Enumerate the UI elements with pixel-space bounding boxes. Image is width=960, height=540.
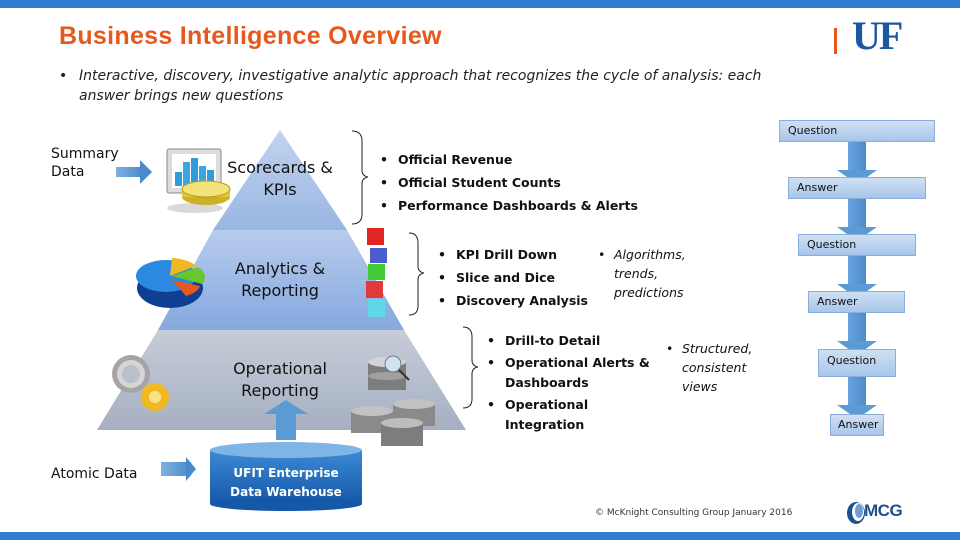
bullet-item: Operational Alerts & Dashboards [487,353,662,393]
atomic-data-arrow-icon [161,457,196,481]
tier-bullets-operational: Drill-to Detail Operational Alerts & Das… [487,331,662,435]
note-analytics: • Algorithms, trends, predictions [598,245,698,302]
dw-line1: UFIT Enterprise [233,466,339,480]
database-search-icon [368,355,410,390]
bullet-item: Official Student Counts [380,171,680,194]
stacked-cubes-icon [366,228,387,317]
mcg-logo: MCG [844,500,914,526]
bullet-dot: • [598,247,606,262]
note-operational: • Structured, consistent views [666,339,761,396]
copyright-text: © McKnight Consulting Group January 2016 [595,508,793,518]
note-text: Structured, consistent views [682,341,753,394]
brace-top [351,130,369,225]
tier-bullets-analytics: KPI Drill Down Slice and Dice Discovery … [438,243,618,312]
bullet-dot: • [666,341,674,356]
mcg-logo-text: MCG [864,501,903,520]
tier-label-line1: Operational [233,359,327,378]
qa-box-answer: Answer [830,414,884,436]
pie-chart-icon [136,258,205,308]
bullet-item: Slice and Dice [438,266,618,289]
tier-label-scorecards: Scorecards & KPIs [215,157,345,201]
qa-box-answer: Answer [808,291,905,313]
tier-label-line1: Analytics & [234,259,326,278]
brace-middle [408,232,425,316]
bullet-item: KPI Drill Down [438,243,618,266]
note-text: Algorithms, trends, predictions [614,247,686,300]
brace-bottom [462,326,479,409]
qa-box-answer: Answer [788,177,926,199]
qa-box-question: Question [798,234,916,256]
atomic-data-label: Atomic Data [51,466,138,482]
bullet-item: Discovery Analysis [438,289,618,312]
tier-label-operational: Operational Reporting [215,358,345,402]
bullet-item: Drill-to Detail [487,331,662,351]
bullet-item: Operational Integration [487,395,662,435]
bullet-item: Performance Dashboards & Alerts [380,194,680,217]
tier-label-analytics: Analytics & Reporting [215,258,345,302]
tier-label-line1: Scorecards & [227,158,333,177]
bullet-item: Official Revenue [380,148,680,171]
tier-label-line2: KPIs [263,180,297,199]
tier-label-line2: Reporting [241,381,319,400]
tier-bullets-scorecards: Official Revenue Official Student Counts… [380,148,680,217]
tier-label-line2: Reporting [241,281,319,300]
summary-data-label: Summary Data [51,146,119,180]
qa-box-question: Question [779,120,935,142]
dw-line2: Data Warehouse [230,485,342,499]
data-warehouse-label: UFIT Enterprise Data Warehouse [212,464,360,502]
qa-box-question: Question [818,349,896,377]
